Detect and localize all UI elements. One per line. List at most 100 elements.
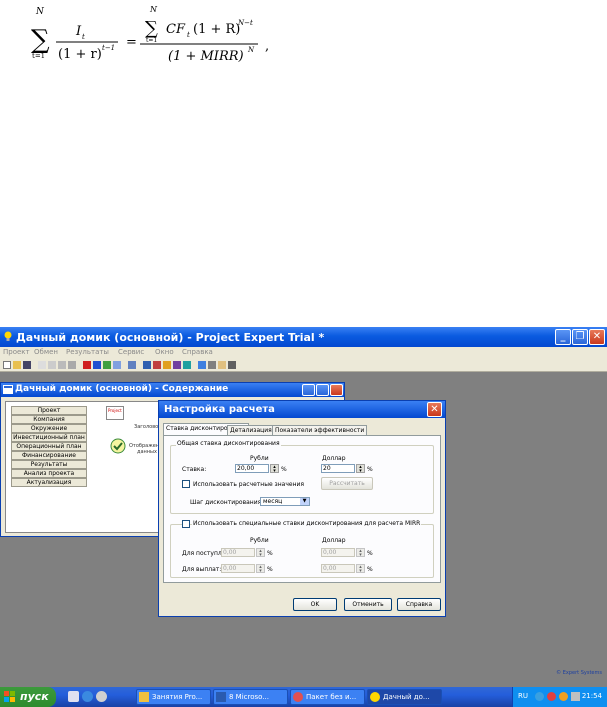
payments-usd-input[interactable]: 0,00 [321, 564, 355, 573]
tab-detail[interactable]: Детализация [227, 425, 275, 435]
graph-icon[interactable] [153, 361, 161, 369]
nav-results[interactable]: Результаты [11, 460, 87, 469]
main-titlebar[interactable]: Дачный домик (основной) - Project Expert… [0, 327, 607, 347]
minimize-button[interactable]: _ [555, 329, 571, 345]
rate-rub-input[interactable]: 20,00 [235, 464, 269, 473]
risk-icon[interactable] [173, 361, 181, 369]
nav-project-analysis[interactable]: Анализ проекта [11, 469, 87, 478]
print-icon[interactable] [48, 361, 56, 369]
media-icon[interactable] [96, 691, 107, 702]
monte-carlo-icon[interactable] [183, 361, 191, 369]
nav-actualization[interactable]: Актуализация [11, 478, 87, 487]
menu-window[interactable]: Окно [155, 348, 174, 356]
close-button[interactable]: ✕ [589, 329, 605, 345]
formula-lhs-bottom: t=1 [32, 52, 45, 60]
dialog-close-button[interactable]: ✕ [427, 402, 442, 417]
tray-app-icon[interactable] [559, 692, 568, 701]
income-rub-input[interactable]: 0,00 [221, 548, 255, 557]
menu-service[interactable]: Сервис [118, 348, 144, 356]
taskbar-item-project-expert[interactable]: Дачный до... [367, 689, 442, 705]
rate-rub-percent: % [281, 466, 287, 473]
rate-rub-spinner[interactable]: ▴ ▾ [270, 464, 279, 474]
display-data-icon[interactable] [109, 438, 127, 454]
bulb-icon [370, 692, 380, 702]
calc-icon[interactable] [208, 361, 216, 369]
project-doc-icon[interactable]: Project [106, 406, 124, 420]
nav-company[interactable]: Компания [11, 415, 87, 424]
taskbar-item-word[interactable]: 8 Microso... [213, 689, 288, 705]
taskbar-item-lessons[interactable]: Занятия Pro... [136, 689, 211, 705]
check-icon[interactable] [83, 361, 91, 369]
ok-button[interactable]: OK [293, 598, 337, 611]
chevron-down-icon[interactable]: ▼ [300, 498, 309, 505]
cancel-button[interactable]: Отменить [344, 598, 392, 611]
menu-exchange[interactable]: Обмен [34, 348, 58, 356]
maximize-button[interactable]: ❐ [572, 329, 588, 345]
nav-financing[interactable]: Финансирование [11, 451, 87, 460]
notepad-icon[interactable] [68, 691, 79, 702]
payments-usd-spinner[interactable]: ▴ ▾ [356, 564, 365, 574]
income-rub-percent: % [267, 550, 273, 557]
formula-rhs-den-exp: N [247, 46, 255, 54]
chart-icon[interactable] [113, 361, 121, 369]
nav-operational-plan[interactable]: Операционный план [11, 442, 87, 451]
discount-rate-panel: Общая ставка дисконтирования Рубли Долла… [163, 435, 441, 583]
contents-minimize-button[interactable] [302, 384, 315, 396]
nav-environment[interactable]: Окружение [11, 424, 87, 433]
paste-icon[interactable] [68, 361, 76, 369]
menu-results[interactable]: Результаты [66, 348, 109, 356]
table-icon[interactable] [128, 361, 136, 369]
ie-icon[interactable] [82, 691, 93, 702]
antivirus-icon[interactable] [547, 692, 556, 701]
nav-investment-plan[interactable]: Инвестиционный план [11, 433, 87, 442]
income-usd-percent: % [367, 550, 373, 557]
rate-usd-spinner[interactable]: ▴ ▾ [356, 464, 365, 474]
report-icon[interactable] [103, 361, 111, 369]
taskbar-item-paint[interactable]: Пакет без и... [290, 689, 365, 705]
mirr-checkbox[interactable] [182, 520, 190, 528]
print-preview-icon[interactable] [38, 361, 46, 369]
open-icon[interactable] [13, 361, 21, 369]
new-icon[interactable] [3, 361, 11, 369]
dialog-titlebar[interactable]: Настройка расчета ✕ [159, 401, 445, 418]
formula-lhs-num-sub: t [82, 33, 85, 41]
bar-chart-icon[interactable] [198, 361, 206, 369]
folder-icon[interactable] [228, 361, 236, 369]
contents-maximize-button[interactable] [316, 384, 329, 396]
nav-project[interactable]: Проект [11, 406, 87, 415]
tab-efficiency[interactable]: Показатели эффективности [272, 425, 368, 435]
paint-icon [293, 692, 303, 702]
bulb-icon [4, 331, 12, 341]
window-icon [3, 385, 13, 394]
col-usd2-header: Доллар [322, 537, 346, 544]
payments-rub-input[interactable]: 0,00 [221, 564, 255, 573]
income-rub-spinner[interactable]: ▴ ▾ [256, 548, 265, 558]
clock[interactable]: 21:54 [582, 692, 602, 700]
network-icon[interactable] [535, 692, 544, 701]
rate-label: Ставка: [182, 466, 207, 473]
analysis-icon[interactable] [163, 361, 171, 369]
income-usd-input[interactable]: 0,00 [321, 548, 355, 557]
menu-project[interactable]: Проект [3, 348, 30, 356]
help-button[interactable]: Справка [397, 598, 441, 611]
spell-icon[interactable] [93, 361, 101, 369]
contents-close-button[interactable] [330, 384, 343, 396]
menu-help[interactable]: Справка [182, 348, 213, 356]
calculate-button[interactable]: Рассчитать [321, 477, 373, 490]
use-calc-checkbox[interactable] [182, 480, 190, 488]
step-select[interactable]: месяц ▼ [260, 497, 310, 506]
settings-icon[interactable] [218, 361, 226, 369]
rate-usd-input[interactable]: 20 [321, 464, 355, 473]
save-icon[interactable] [23, 361, 31, 369]
step-label: Шаг дисконтирования: [190, 499, 264, 506]
menu-bar: Проект Обмен Результаты Сервис Окно Спра… [0, 347, 607, 358]
payments-rub-spinner[interactable]: ▴ ▾ [256, 564, 265, 574]
brand-footer: © Expert Systems [556, 670, 602, 676]
contents-titlebar[interactable]: Дачный домик (основной) - Содержание [1, 383, 344, 397]
grid-icon[interactable] [143, 361, 151, 369]
volume-icon[interactable] [571, 692, 580, 701]
income-usd-spinner[interactable]: ▴ ▾ [356, 548, 365, 558]
language-indicator[interactable]: RU [518, 692, 528, 700]
start-button[interactable]: пуск [0, 687, 56, 707]
copy-icon[interactable] [58, 361, 66, 369]
